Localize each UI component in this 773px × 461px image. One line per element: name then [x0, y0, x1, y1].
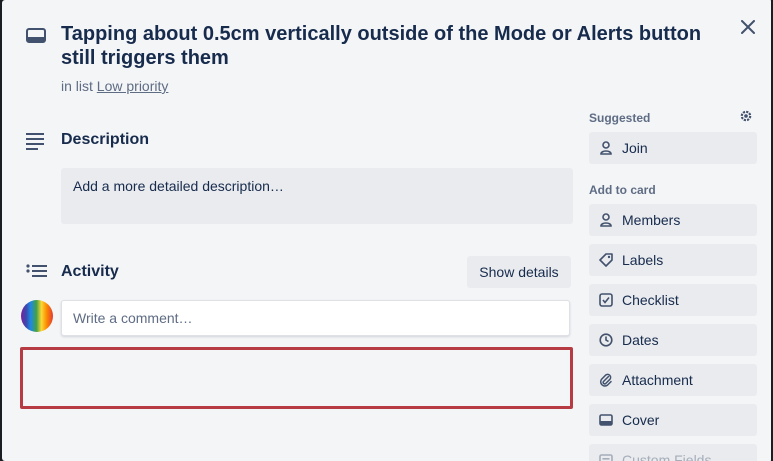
- tag-icon: [599, 253, 613, 267]
- custom-fields-icon: [599, 453, 613, 461]
- close-button[interactable]: [735, 16, 761, 42]
- checklist-button[interactable]: Checklist: [589, 284, 757, 316]
- cover-label: Cover: [622, 412, 660, 428]
- checklist-label: Checklist: [622, 292, 679, 308]
- attachment-button[interactable]: Attachment: [589, 364, 757, 396]
- close-icon: [741, 19, 755, 39]
- members-button[interactable]: Members: [589, 204, 757, 236]
- person-icon: [599, 213, 613, 227]
- add-to-card-label: Add to card: [589, 183, 656, 197]
- card-title[interactable]: Tapping about 0.5cm vertically outside o…: [61, 22, 721, 70]
- join-label: Join: [622, 140, 648, 156]
- dates-button[interactable]: Dates: [589, 324, 757, 356]
- comment-input[interactable]: [61, 300, 570, 336]
- description-editor[interactable]: Add a more detailed description…: [61, 168, 573, 224]
- attachment-label: Attachment: [622, 372, 693, 388]
- suggested-label: Suggested: [589, 111, 651, 125]
- custom-fields-label: Custom Fields: [622, 452, 712, 461]
- description-heading: Description: [61, 131, 150, 148]
- description-icon: [26, 130, 48, 150]
- list-name-link[interactable]: Low priority: [97, 78, 169, 94]
- activity-heading: Activity: [61, 263, 119, 280]
- show-details-button[interactable]: Show details: [467, 256, 571, 288]
- avatar[interactable]: [21, 300, 53, 332]
- in-list-prefix: in list: [61, 78, 93, 94]
- cover-icon: [599, 413, 613, 427]
- suggested-settings-button[interactable]: [736, 108, 756, 128]
- checklist-icon: [599, 293, 613, 307]
- labels-button[interactable]: Labels: [589, 244, 757, 276]
- dates-label: Dates: [622, 332, 659, 348]
- activity-icon: [26, 262, 48, 282]
- card-detail-modal: Tapping about 0.5cm vertically outside o…: [2, 0, 773, 461]
- custom-fields-button[interactable]: Custom Fields: [589, 444, 757, 461]
- members-label: Members: [622, 212, 681, 228]
- card-icon: [26, 26, 46, 46]
- gear-icon: [739, 109, 753, 128]
- highlight-box: [20, 347, 573, 409]
- paperclip-icon: [599, 373, 613, 387]
- labels-label: Labels: [622, 252, 664, 268]
- cover-button[interactable]: Cover: [589, 404, 757, 436]
- list-breadcrumb: in list Low priority: [61, 78, 168, 94]
- clock-icon: [599, 333, 613, 347]
- person-icon: [599, 141, 613, 155]
- join-button[interactable]: Join: [589, 132, 757, 164]
